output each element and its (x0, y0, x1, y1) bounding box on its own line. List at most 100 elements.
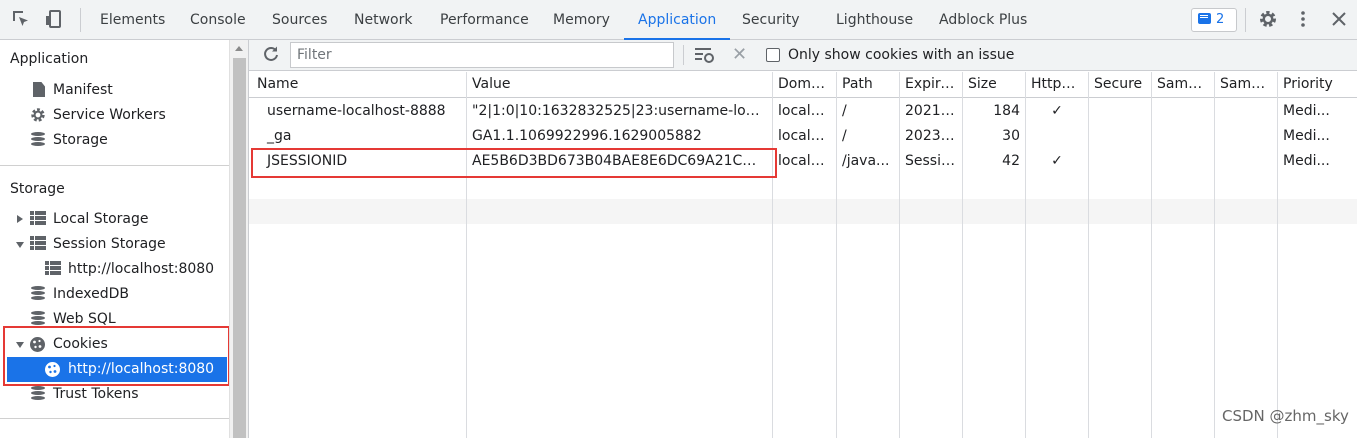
table-row[interactable]: username-localhost-8888 "2|1:0|10:163283… (249, 99, 1357, 124)
tab-console[interactable]: Console (190, 0, 246, 40)
more-options-kebab-icon[interactable] (1292, 9, 1314, 31)
column-divider[interactable] (1025, 72, 1026, 438)
table-row[interactable]: JSESSIONID AE5B6D3BD673B04BAE8E6DC69A21C… (249, 149, 1357, 174)
delete-selected-icon[interactable]: ✕ (732, 43, 747, 67)
sidebar-item-websql[interactable]: Web SQL (0, 307, 229, 332)
column-divider[interactable] (836, 72, 837, 438)
column-divider[interactable] (1277, 72, 1278, 438)
tab-elements[interactable]: Elements (100, 0, 165, 40)
cookie-secure (1089, 149, 1151, 174)
sidebar-item-label: IndexedDB (53, 286, 129, 302)
tab-memory[interactable]: Memory (553, 0, 610, 40)
column-divider[interactable] (772, 72, 773, 438)
scroll-up-arrow-icon[interactable] (235, 46, 243, 51)
inspect-element-icon[interactable] (10, 9, 32, 31)
sidebar-item-cookies[interactable]: Cookies (0, 332, 229, 357)
device-toolbar-icon[interactable] (43, 9, 65, 31)
scrollbar-thumb[interactable] (233, 58, 246, 438)
sidebar-scrollbar[interactable] (229, 40, 248, 438)
cookies-table: Name Value Domain Path Expire... Size Ht… (249, 72, 1357, 438)
cookie-sameparty (1215, 99, 1277, 124)
document-icon (31, 82, 47, 98)
column-header-secure[interactable]: Secure (1089, 72, 1151, 97)
sidebar-item-indexeddb[interactable]: IndexedDB (0, 282, 229, 307)
cookie-httponly: ✓ (1051, 103, 1063, 119)
refresh-icon[interactable] (261, 45, 281, 65)
tab-adblock-plus[interactable]: Adblock Plus (939, 0, 1027, 40)
sidebar-section-application: Application (10, 51, 89, 67)
column-header-name[interactable]: Name (252, 72, 464, 97)
only-issues-checkbox[interactable] (766, 48, 780, 62)
cookie-expires: 2023-... (905, 128, 960, 144)
devtools-tabbar: Elements Console Sources Network Perform… (0, 0, 1357, 40)
column-header-domain[interactable]: Domain (773, 72, 833, 97)
sidebar-divider (0, 165, 229, 166)
column-header-size[interactable]: Size (963, 72, 1023, 97)
cookie-name: JSESSIONID (267, 153, 348, 169)
column-header-priority[interactable]: Priority (1278, 72, 1357, 97)
database-icon (30, 386, 46, 402)
sidebar-item-session-storage[interactable]: Session Storage (0, 232, 229, 257)
tab-security[interactable]: Security (742, 0, 800, 40)
sidebar-item-cookies-origin[interactable]: http://localhost:8080 (7, 357, 227, 382)
cookie-path: /java... (842, 153, 890, 169)
column-header-expires[interactable]: Expire... (900, 72, 962, 97)
tab-lighthouse[interactable]: Lighthouse (836, 0, 913, 40)
cookie-priority: Medi... (1283, 153, 1330, 169)
cookie-size: 184 (993, 103, 1020, 119)
sidebar-item-label: Local Storage (53, 211, 149, 227)
cookies-panel: ✕ Only show cookies with an issue Name V… (248, 40, 1357, 438)
tab-application[interactable]: Application (624, 0, 731, 40)
column-divider[interactable] (1214, 72, 1215, 438)
expand-arrow-icon[interactable] (17, 215, 23, 223)
filter-input[interactable] (290, 42, 674, 68)
gear-icon (30, 107, 46, 123)
sidebar-item-service-workers[interactable]: Service Workers (0, 103, 229, 128)
sidebar-item-session-origin[interactable]: http://localhost:8080 (0, 257, 229, 282)
sidebar-item-storage[interactable]: Storage (0, 128, 229, 153)
table-row[interactable]: _ga GA1.1.1069922996.1629005882 localh..… (249, 124, 1357, 149)
column-divider[interactable] (1151, 72, 1152, 438)
collapse-arrow-icon[interactable] (16, 242, 24, 248)
database-icon (30, 311, 46, 327)
cookie-samesite (1152, 99, 1214, 124)
cookie-value: AE5B6D3BD673B04BAE8E6DC69A21C672 (472, 153, 770, 169)
toolbar-separator (683, 45, 684, 65)
cookie-path: / (842, 128, 847, 144)
sidebar-item-local-storage[interactable]: Local Storage (0, 207, 229, 232)
clear-all-cookies-icon[interactable] (695, 46, 715, 64)
cookie-secure (1089, 124, 1151, 149)
application-sidebar: Application Manifest Service Workers Sto… (0, 40, 248, 438)
issues-count: 2 (1216, 12, 1225, 27)
cookie-priority: Medi... (1283, 103, 1330, 119)
collapse-arrow-icon[interactable] (16, 342, 24, 348)
column-header-httponly[interactable]: HttpO... (1026, 72, 1088, 97)
cookie-expires: Session (905, 153, 959, 169)
issues-counter-button[interactable]: 2 (1191, 8, 1237, 32)
tab-sources[interactable]: Sources (272, 0, 327, 40)
table-filler-row (249, 199, 1357, 224)
sidebar-item-label: Session Storage (53, 236, 166, 252)
close-devtools-icon[interactable] (1328, 9, 1350, 31)
tab-network[interactable]: Network (354, 0, 412, 40)
cookie-samesite (1152, 124, 1214, 149)
column-header-path[interactable]: Path (837, 72, 897, 97)
cookie-size: 42 (1002, 153, 1020, 169)
table-icon (30, 211, 46, 227)
sidebar-item-label: Web SQL (53, 311, 116, 327)
sidebar-item-label: http://localhost:8080 (68, 361, 215, 377)
table-icon (30, 236, 46, 252)
sidebar-item-label: Manifest (53, 82, 113, 98)
database-icon (30, 132, 46, 148)
sidebar-item-trust-tokens[interactable]: Trust Tokens (0, 382, 229, 407)
column-header-sameparty[interactable]: Same... (1215, 72, 1277, 97)
sidebar-item-manifest[interactable]: Manifest (0, 78, 229, 103)
column-divider[interactable] (466, 72, 467, 438)
tab-performance[interactable]: Performance (440, 0, 529, 40)
column-divider[interactable] (899, 72, 900, 438)
column-header-value[interactable]: Value (467, 72, 770, 97)
settings-gear-icon[interactable] (1257, 9, 1279, 31)
column-divider[interactable] (1088, 72, 1089, 438)
column-divider[interactable] (962, 72, 963, 438)
column-header-samesite[interactable]: Same... (1152, 72, 1214, 97)
